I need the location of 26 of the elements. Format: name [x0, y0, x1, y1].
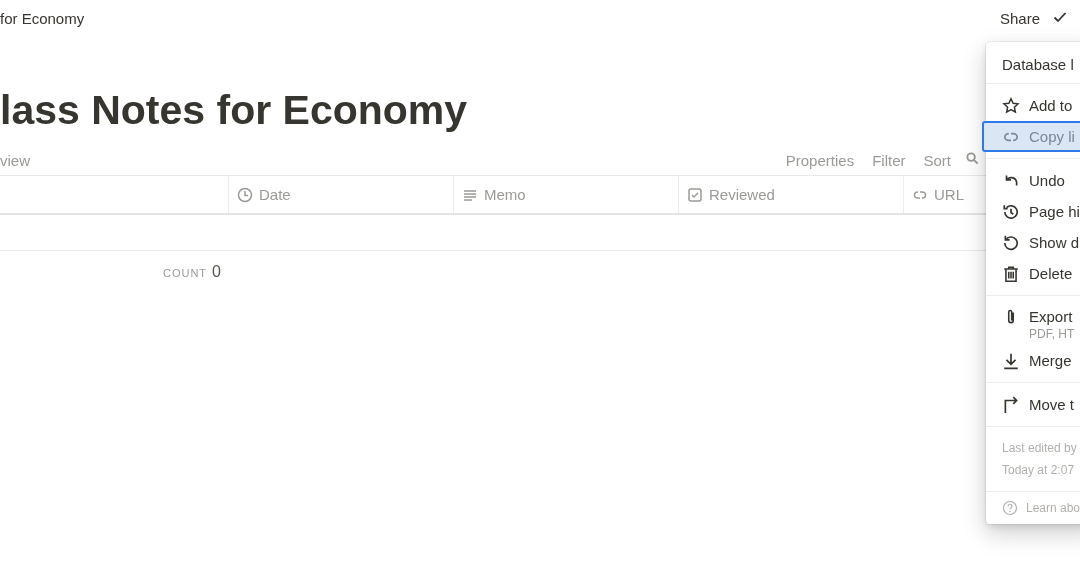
checkbox-icon [687, 186, 703, 203]
edit-info-text: Today at 2:07 [1002, 462, 1076, 479]
menu-item[interactable]: Undo [986, 165, 1080, 196]
menu-item[interactable]: Move t [986, 389, 1080, 420]
history-icon [1002, 202, 1020, 221]
page-title: lass Notes for Economy [0, 86, 468, 135]
menu-item[interactable]: Merge [986, 345, 1080, 376]
clock-icon [237, 186, 253, 203]
arrow-icon [1002, 395, 1020, 414]
search-icon [965, 151, 980, 166]
download-icon [1002, 351, 1020, 370]
trash-icon [1002, 264, 1020, 283]
count-value: 0 [212, 263, 221, 281]
star-icon [1002, 96, 1020, 115]
menu-item[interactable]: Delete [986, 258, 1080, 289]
help-icon [1002, 500, 1018, 516]
menu-item[interactable]: Page hi [986, 196, 1080, 227]
menu-header: Database l [1001, 55, 1075, 75]
menu-item[interactable]: Export PDF, HT [986, 302, 1080, 345]
menu-item[interactable]: Add to [986, 90, 1080, 121]
breadcrumb[interactable]: for Economy [0, 9, 85, 27]
share-button[interactable]: Share [999, 9, 1040, 27]
count-label: COUNT [163, 267, 208, 279]
edit-info-text: Last edited by [1002, 440, 1078, 457]
restore-icon [1002, 233, 1020, 252]
menu-item[interactable]: Show d [986, 227, 1080, 258]
